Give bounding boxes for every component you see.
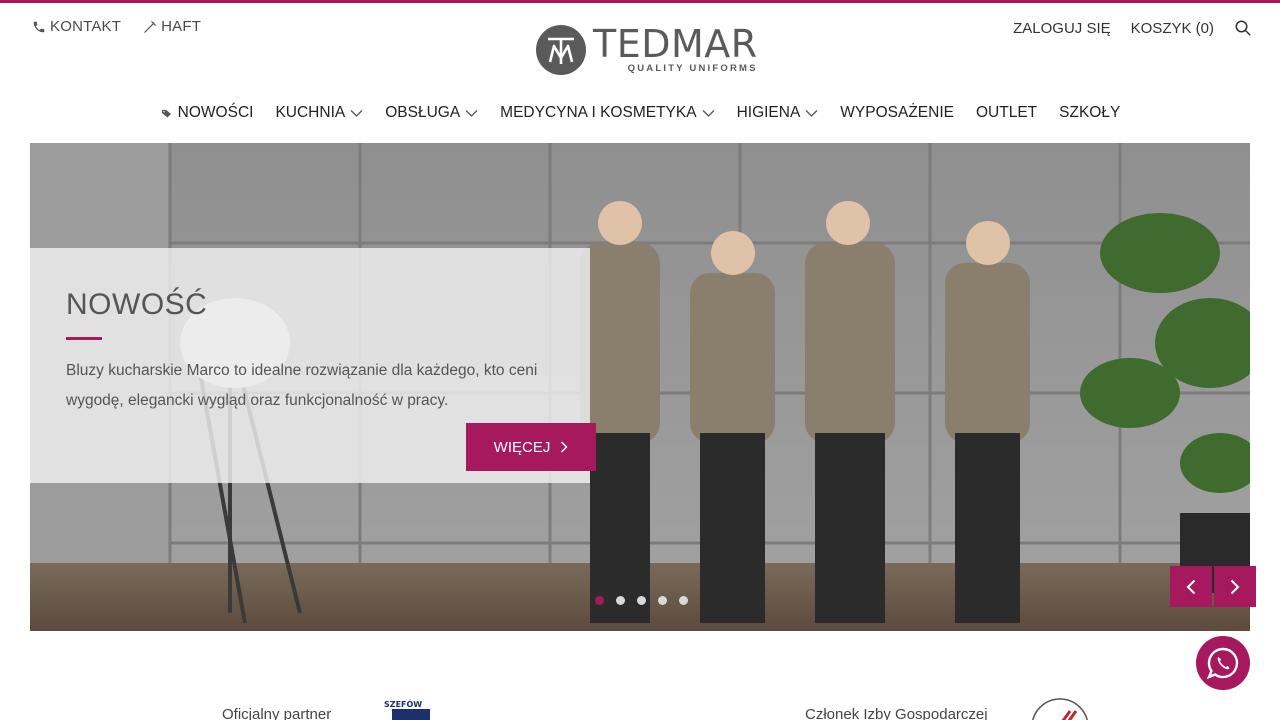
chevron-down-icon	[465, 109, 478, 117]
contact-link[interactable]: KONTAKT	[32, 18, 121, 35]
nav-item-obsluga[interactable]: OBSŁUGA	[385, 104, 478, 122]
nav-item-higiena[interactable]: HIGIENA	[737, 104, 819, 122]
slider-prev-button[interactable]	[1170, 566, 1212, 607]
nav-item-wyposazenie[interactable]: WYPOSAŻENIE	[840, 104, 954, 122]
nav-label: SZKOŁY	[1059, 104, 1121, 121]
tag-icon	[161, 109, 171, 118]
slider-dot[interactable]	[658, 596, 667, 605]
nav-item-szkoly[interactable]: SZKOŁY	[1059, 104, 1120, 122]
logo-tagline: QUALITY UNIFORMS	[627, 63, 758, 74]
nav-item-kuchnia[interactable]: KUCHNIA	[275, 104, 363, 122]
cart-link[interactable]: KOSZYK (0)	[1131, 20, 1214, 37]
chevron-down-icon	[350, 109, 363, 117]
chef-club-logo: SZEFÓW	[384, 698, 430, 720]
slider-dot[interactable]	[679, 596, 688, 605]
chamber-logo	[1032, 698, 1088, 720]
tedmar-logo-mark	[536, 25, 586, 75]
hero-title-underline	[66, 337, 102, 340]
hero-description: Bluzy kucharskie Marco to idealne rozwią…	[66, 362, 538, 409]
partner-left-label: Oficjalny partner	[222, 706, 332, 720]
top-accent-bar	[0, 0, 1280, 3]
embroidery-link[interactable]: HAFT	[143, 18, 201, 35]
site-logo[interactable]: TEDMAR QUALITY UNIFORMS	[535, 24, 758, 76]
nav-label: OBSŁUGA	[385, 104, 461, 121]
nav-label: OUTLET	[975, 104, 1038, 121]
nav-label: KUCHNIA	[275, 104, 346, 121]
partner-right-label: Członek Izby Gospodarczej	[805, 706, 988, 720]
whatsapp-button[interactable]	[1196, 636, 1250, 690]
nav-label: WYPOSAŻENIE	[840, 104, 954, 121]
whatsapp-icon	[1206, 647, 1239, 680]
hero-caption-box: NOWOŚĆ Bluzy kucharskie Marco to idealne…	[30, 248, 596, 483]
club-logo-text: SZEFÓW	[384, 698, 422, 709]
phone-icon	[33, 21, 45, 32]
nav-label: HIGIENA	[736, 104, 801, 121]
slider-dot[interactable]	[595, 596, 604, 605]
slider-dots	[595, 596, 688, 605]
needle-icon	[144, 20, 156, 33]
chevron-left-icon	[1186, 579, 1196, 594]
hero-slider: NOWOŚĆ Bluzy kucharskie Marco to idealne…	[30, 143, 1250, 631]
slider-next-button[interactable]	[1214, 566, 1256, 607]
search-icon[interactable]	[1234, 19, 1252, 37]
utility-links-right: ZALOGUJ SIĘ KOSZYK (0)	[1013, 19, 1252, 37]
more-button-label: WIĘCEJ	[493, 438, 551, 456]
more-button[interactable]: WIĘCEJ	[466, 423, 596, 471]
nav-label: NOWOŚCI	[177, 104, 254, 121]
chevron-right-icon	[561, 441, 568, 453]
logo-name: TEDMAR	[593, 22, 758, 66]
nav-label: MEDYCYNA I KOSMETYKA	[500, 104, 697, 121]
chevron-down-icon	[805, 109, 818, 117]
main-navigation: NOWOŚCI KUCHNIA OBSŁUGA MEDYCYNA I KOSME…	[0, 104, 1280, 122]
hero-title: NOWOŚĆ	[66, 288, 208, 321]
nav-item-medycyna[interactable]: MEDYCYNA I KOSMETYKA	[500, 104, 715, 122]
login-link[interactable]: ZALOGUJ SIĘ	[1013, 20, 1111, 37]
utility-links-left: KONTAKT HAFT	[32, 18, 201, 35]
slider-dot[interactable]	[637, 596, 646, 605]
nav-item-outlet[interactable]: OUTLET	[976, 104, 1037, 122]
chevron-down-icon	[702, 109, 715, 117]
slider-dot[interactable]	[616, 596, 625, 605]
chevron-right-icon	[1230, 579, 1240, 594]
embroidery-label: HAFT	[161, 18, 202, 35]
contact-label: KONTAKT	[50, 18, 122, 35]
nav-item-nowosci[interactable]: NOWOŚCI	[160, 104, 254, 122]
